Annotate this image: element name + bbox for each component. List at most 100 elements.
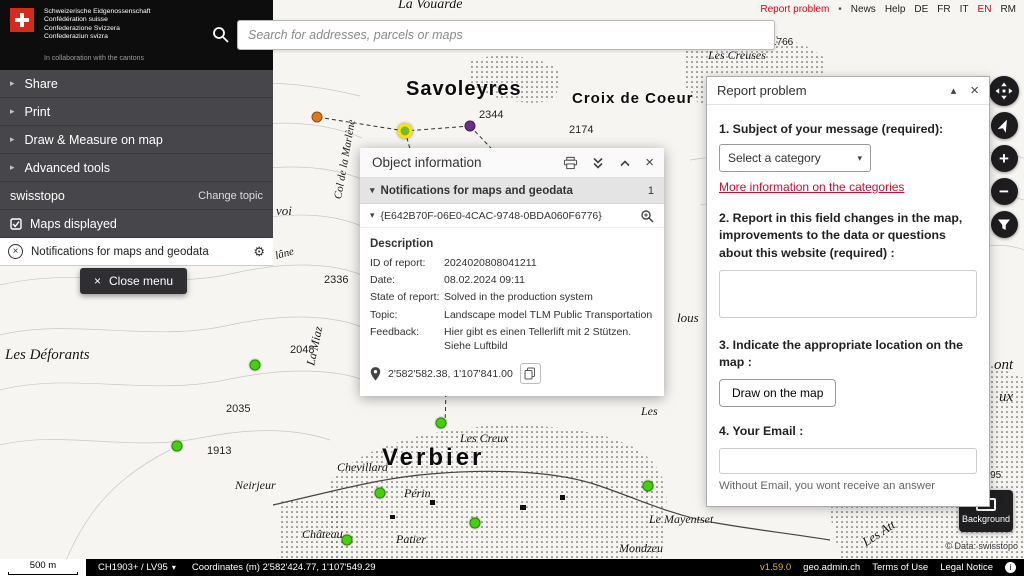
legal-notice-link[interactable]: Legal Notice xyxy=(940,562,993,573)
field-label: ID of report: xyxy=(370,256,440,270)
sidebar-item-label: Print xyxy=(25,105,51,119)
copy-icon[interactable] xyxy=(520,363,541,384)
feature-row[interactable]: ▾ {E642B70F-06E0-4CAC-9748-0BDA060F6776} xyxy=(360,204,664,228)
map-marker-purple[interactable] xyxy=(465,121,476,132)
close-icon[interactable]: × xyxy=(645,155,654,170)
sidebar-item-label: Draw & Measure on map xyxy=(25,133,163,147)
filter-button[interactable] xyxy=(991,211,1018,238)
projection-select[interactable]: CH1903+ / LV95 ▾ xyxy=(98,562,176,573)
field-value: 2024020808041211 xyxy=(444,256,654,270)
pin-icon xyxy=(370,367,381,381)
search-icon[interactable] xyxy=(212,26,229,48)
mouse-coordinates: Coordinates (m) 2'582'424.77, 1'107'549.… xyxy=(192,562,376,573)
header-link-de[interactable]: DE xyxy=(914,4,928,15)
chevron-right-icon: ▸ xyxy=(10,106,15,117)
sidebar-item-topic[interactable]: swisstopo Change topic xyxy=(0,182,273,210)
zoom-to-feature-icon[interactable] xyxy=(640,209,654,223)
object-information-panel: Object information × xyxy=(360,148,664,396)
geoadmin-link[interactable]: geo.admin.ch xyxy=(803,562,860,573)
version-label: v1.59.0 xyxy=(760,562,791,573)
header-link-fr[interactable]: FR xyxy=(937,4,950,15)
expand-all-icon[interactable] xyxy=(591,156,605,170)
layer-group-row[interactable]: ▾ Notifications for maps and geodata 1 xyxy=(360,178,664,204)
close-menu-label: Close menu xyxy=(109,274,173,288)
header-logo-block: Schweizerische Eidgenossenschaft Confédé… xyxy=(0,0,273,70)
location-label: 3. Indicate the appropriate location on … xyxy=(719,337,977,371)
sidebar-item-maps-displayed[interactable]: Maps displayed xyxy=(0,210,273,238)
map-marker-green[interactable] xyxy=(470,518,481,529)
plus-icon: + xyxy=(999,150,1009,167)
sidebar-item-print[interactable]: ▸ Print xyxy=(0,98,273,126)
chevron-down-icon: ▾ xyxy=(857,153,862,164)
checkbox-icon xyxy=(10,218,22,230)
print-icon[interactable] xyxy=(563,156,578,170)
email-field[interactable] xyxy=(719,448,977,474)
map-marker-green[interactable] xyxy=(250,360,261,371)
org-line: Confederazione Svizzera xyxy=(44,25,151,33)
draw-on-map-button[interactable]: Draw on the map xyxy=(719,379,836,407)
active-layer-row[interactable]: × Notifications for maps and geodata ⚙ xyxy=(0,238,273,266)
message-textarea[interactable] xyxy=(719,270,977,318)
close-icon: × xyxy=(94,274,101,288)
field-label: State of report: xyxy=(370,290,440,304)
feature-count: 1 xyxy=(648,185,654,197)
category-select[interactable]: Select a category ▾ xyxy=(719,144,871,172)
header-link-help[interactable]: Help xyxy=(885,4,906,15)
sidebar-item-label: Advanced tools xyxy=(25,161,110,175)
categories-info-link[interactable]: More information on the categories xyxy=(719,180,904,194)
map-marker-selected[interactable] xyxy=(398,124,413,139)
map-marker-green[interactable] xyxy=(342,535,353,546)
feature-coordinates: 2'582'582.38, 1'107'841.00 xyxy=(388,368,513,380)
header-link-en[interactable]: EN xyxy=(978,4,992,15)
header-link-rm[interactable]: RM xyxy=(1000,4,1016,15)
layer-group-label: Notifications for maps and geodata xyxy=(381,185,573,197)
sidebar-item-share[interactable]: ▸Share xyxy=(0,70,273,98)
header-link-report-problem[interactable]: Report problem xyxy=(760,4,829,15)
info-icon[interactable]: i xyxy=(1005,562,1016,573)
terms-of-use-link[interactable]: Terms of Use xyxy=(872,562,928,573)
search-input[interactable] xyxy=(237,20,775,50)
maps-displayed-label: Maps displayed xyxy=(30,217,117,231)
chevron-down-icon: ▾ xyxy=(370,185,375,196)
collapse-icon[interactable]: ▴ xyxy=(951,84,957,97)
close-menu-button[interactable]: × Close menu xyxy=(80,268,187,294)
remove-layer-icon[interactable]: × xyxy=(8,244,23,259)
minus-icon: − xyxy=(999,183,1009,200)
email-label: 4. Your Email : xyxy=(719,423,977,440)
org-line: Schweizerische Eidgenossenschaft xyxy=(44,8,151,16)
map-marker-green[interactable] xyxy=(375,488,386,499)
scale-label: 500 m xyxy=(30,561,56,571)
map-marker-green[interactable] xyxy=(643,481,654,492)
field-label: Topic: xyxy=(370,308,440,322)
sidebar-item-advanced-tools[interactable]: ▸Advanced tools xyxy=(0,154,273,182)
description-fields: ID of report:2024020808041211Date:08.02.… xyxy=(370,256,654,353)
map-attribution[interactable]: © Data: swisstopo xyxy=(945,541,1018,551)
pan-button[interactable] xyxy=(989,76,1019,106)
message-label: 2. Report in this field changes in the m… xyxy=(719,210,977,262)
description-heading: Description xyxy=(370,238,654,250)
org-line: Confédération suisse xyxy=(44,16,151,24)
change-topic-button[interactable]: Change topic xyxy=(198,190,263,202)
map-marker-green[interactable] xyxy=(436,418,447,429)
collapse-icon[interactable] xyxy=(618,156,632,170)
chevron-right-icon: ▸ xyxy=(10,78,15,89)
compass-button[interactable] xyxy=(991,112,1018,139)
map-marker-orange[interactable] xyxy=(312,112,323,123)
header-link-news[interactable]: News xyxy=(851,4,876,15)
confederation-text: Schweizerische Eidgenossenschaft Confédé… xyxy=(44,8,151,41)
cantons-collaboration-text: In collaboration with the cantons xyxy=(44,55,144,62)
close-icon[interactable]: × xyxy=(970,83,979,98)
field-value: Hier gibt es einen Tellerlift mit 2 Stüt… xyxy=(444,325,654,353)
chevron-right-icon: ▸ xyxy=(10,134,15,145)
header-link-it[interactable]: IT xyxy=(960,4,969,15)
zoom-out-button[interactable]: − xyxy=(991,178,1018,205)
scale-bar: 500 m xyxy=(0,559,86,576)
funnel-icon xyxy=(997,218,1011,232)
zoom-in-button[interactable]: + xyxy=(991,145,1018,172)
sidebar-item-draw-measure-on-map[interactable]: ▸ Draw & Measure on map xyxy=(0,126,273,154)
map-marker-green[interactable] xyxy=(172,441,183,452)
active-layer-label: Notifications for maps and geodata xyxy=(31,246,209,258)
field-value: Solved in the production system xyxy=(444,290,654,304)
layer-settings-icon[interactable]: ⚙ xyxy=(253,244,265,260)
sidebar-menu: ▸Share▸Print▸Draw & Measure on map▸Advan… xyxy=(0,70,273,266)
